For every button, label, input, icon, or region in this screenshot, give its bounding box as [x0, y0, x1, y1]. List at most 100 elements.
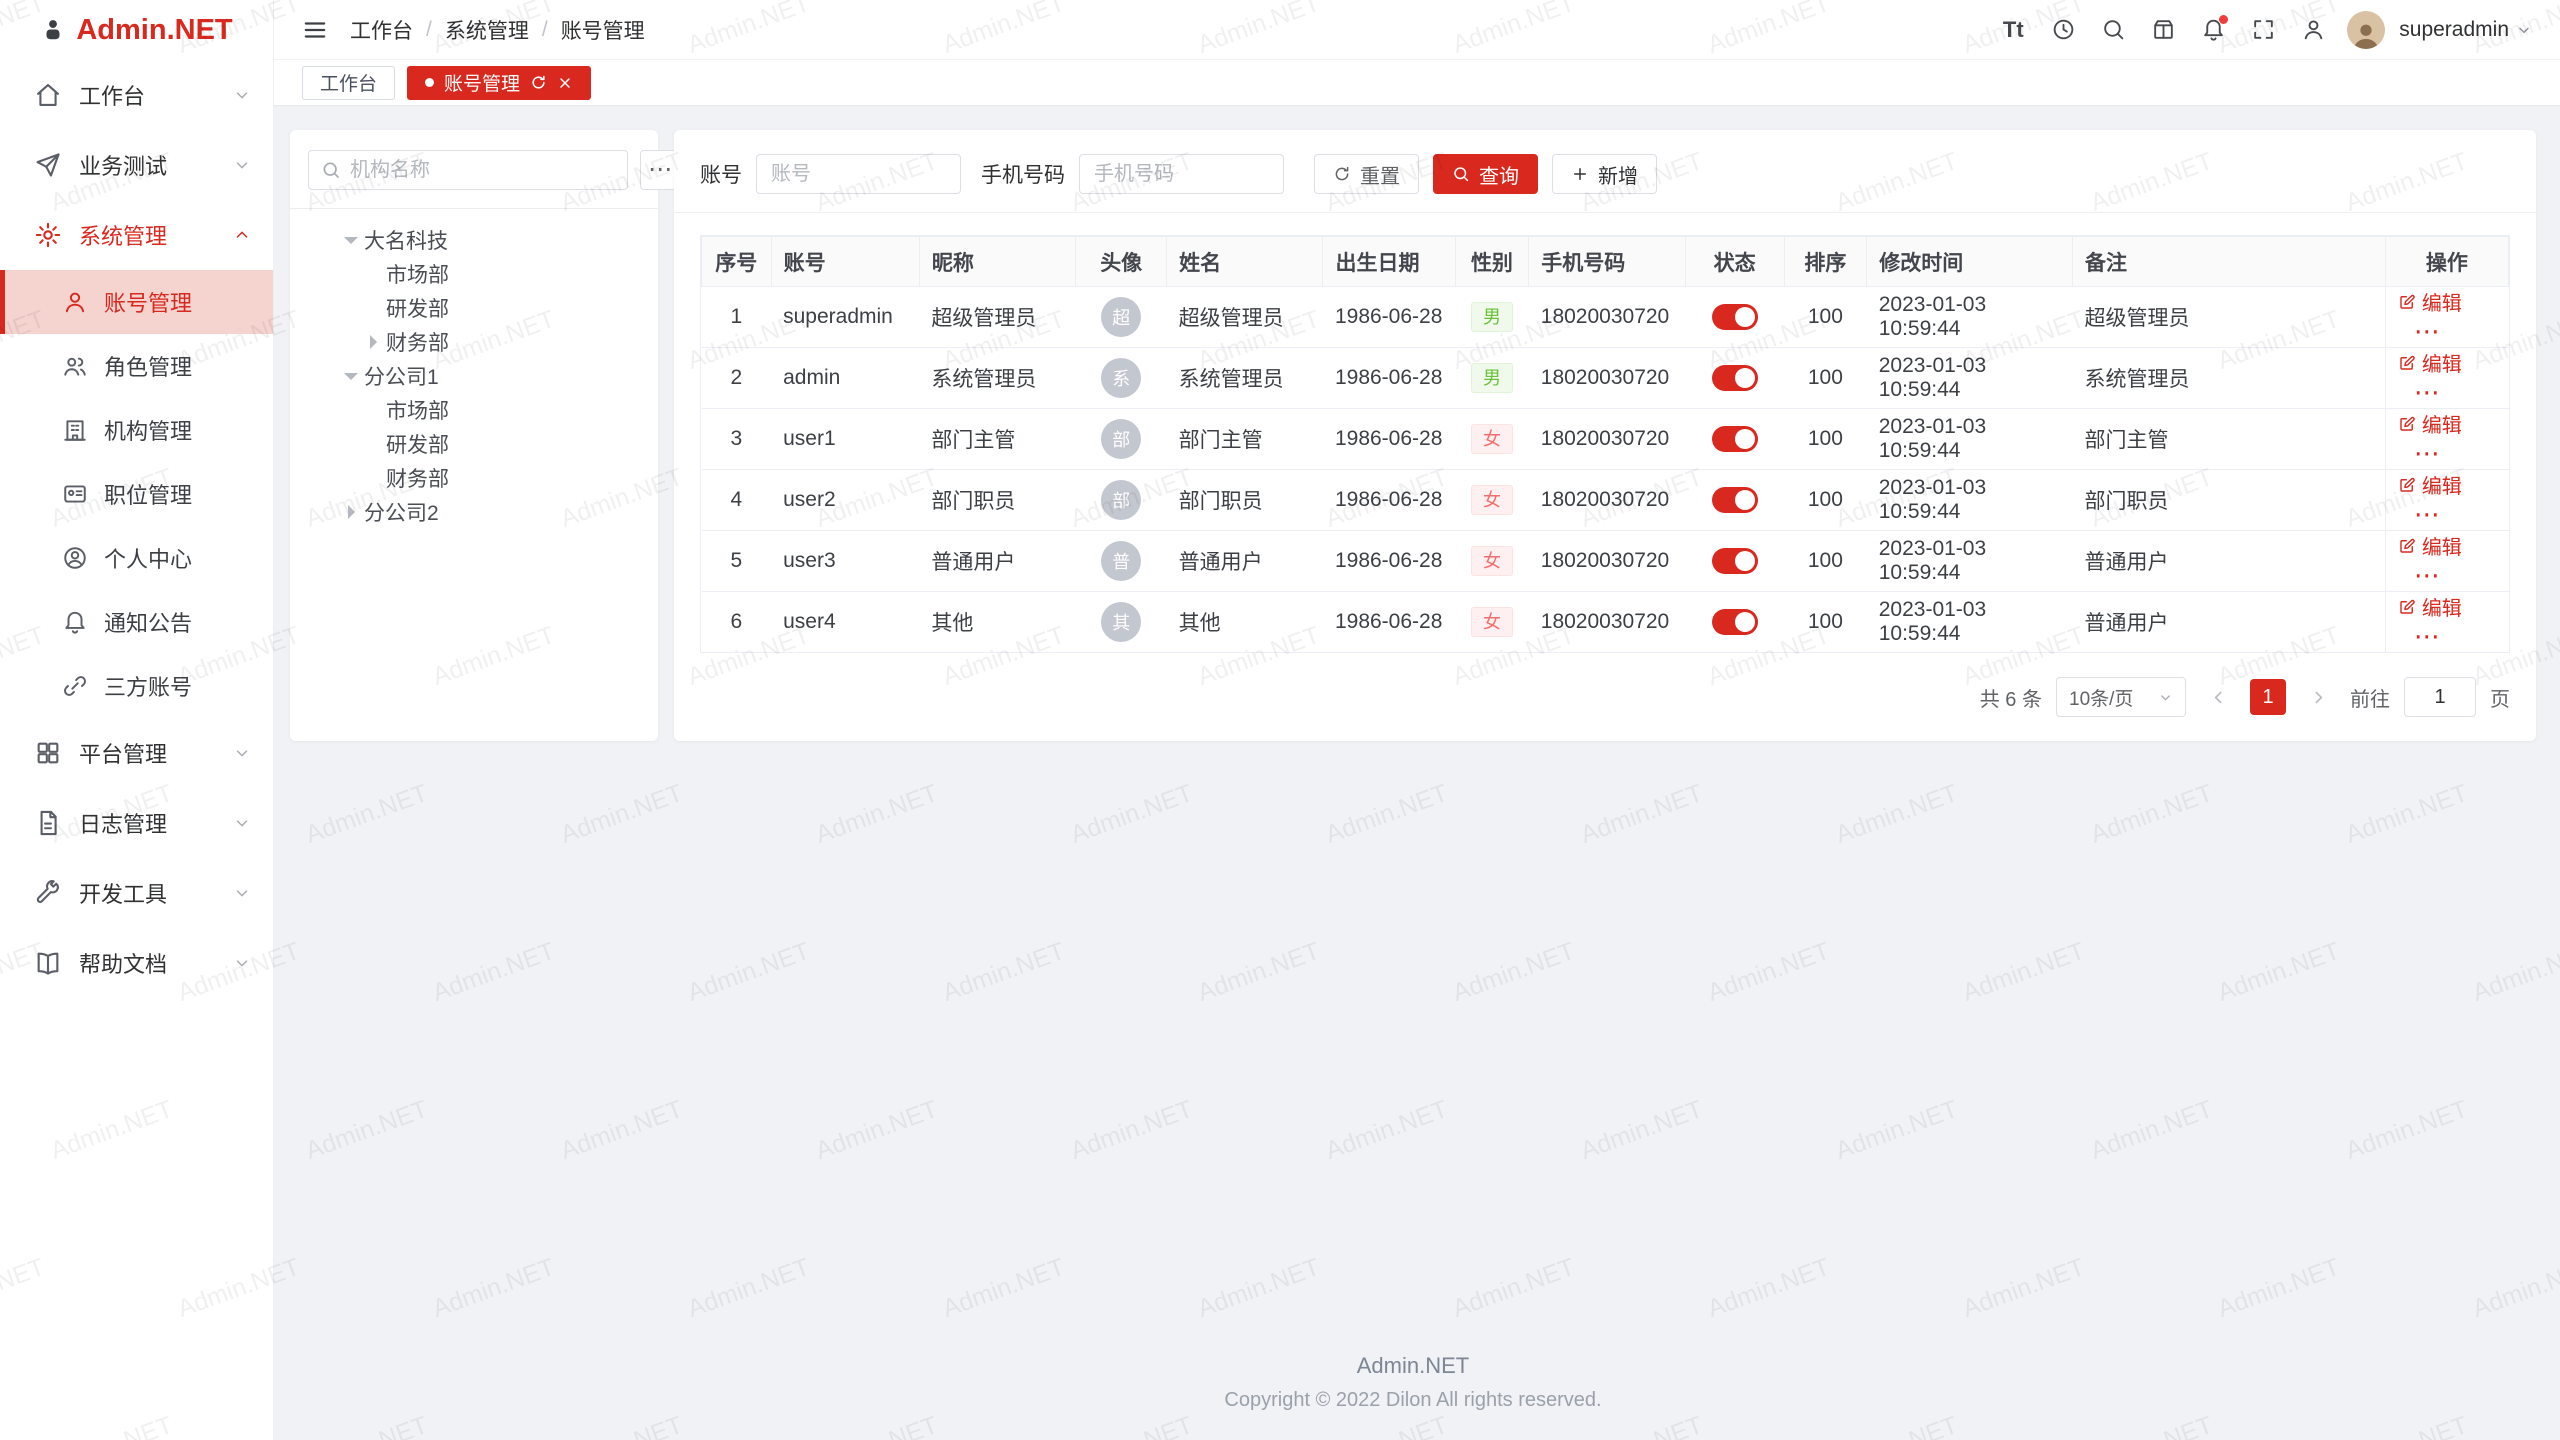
sidebar-item-position-mgmt[interactable]: 职位管理 — [0, 462, 273, 526]
sidebar-item-org-mgmt[interactable]: 机构管理 — [0, 398, 273, 462]
org-search-input[interactable] — [350, 159, 615, 182]
table-header: 序号 账号 昵称 头像 姓名 出生日期 性别 手机号码 状态 排序 修改时间 — [702, 237, 2509, 287]
sidebar-item-label: 机构管理 — [104, 414, 192, 446]
tree-caret-icon[interactable] — [360, 397, 386, 423]
user-icon[interactable] — [2291, 8, 2335, 52]
sidebar-item-sysmgmt[interactable]: 系统管理 — [0, 200, 273, 270]
tab-workbench[interactable]: 工作台 — [302, 66, 395, 100]
sidebar-item-logs[interactable]: 日志管理 — [0, 788, 273, 858]
tree-caret-icon[interactable] — [338, 499, 364, 525]
page-footer: Admin.NET Copyright © 2022 Dilon All rig… — [290, 1329, 2536, 1440]
cell-birthdate: 1986-06-28 — [1323, 348, 1455, 409]
status-toggle[interactable] — [1712, 365, 1758, 391]
sidebar-item-notice[interactable]: 通知公告 — [0, 590, 273, 654]
sidebar-item-help[interactable]: 帮助文档 — [0, 928, 273, 998]
edit-button[interactable]: 编辑 — [2398, 531, 2462, 560]
tree-node[interactable]: 分公司2 — [308, 495, 640, 529]
tree-node[interactable]: 大名科技 — [308, 223, 640, 257]
tree-caret-icon[interactable] — [360, 431, 386, 457]
sidebar-item-personal-center[interactable]: 个人中心 — [0, 526, 273, 590]
account-input[interactable] — [756, 154, 961, 194]
cell-avatar: 部 — [1076, 470, 1167, 531]
status-toggle[interactable] — [1712, 548, 1758, 574]
tree-caret-icon[interactable] — [360, 329, 386, 355]
cell-avatar: 普 — [1076, 531, 1167, 592]
avatar: 超 — [1101, 297, 1141, 337]
tab-account-mgmt[interactable]: 账号管理 — [407, 66, 591, 100]
fullscreen-icon[interactable] — [2241, 8, 2285, 52]
edit-button[interactable]: 编辑 — [2398, 409, 2462, 438]
page-size-select[interactable]: 10条/页 — [2056, 677, 2186, 717]
next-page-button[interactable] — [2300, 679, 2336, 715]
tree-caret-icon[interactable] — [360, 295, 386, 321]
sidebar-item-third-account[interactable]: 三方账号 — [0, 654, 273, 718]
history-icon[interactable] — [2041, 8, 2085, 52]
font-size-icon[interactable]: Tt — [1991, 8, 2035, 52]
refresh-icon[interactable] — [530, 74, 547, 91]
breadcrumb-item[interactable]: 系统管理 — [445, 15, 529, 45]
avatar[interactable] — [2347, 11, 2385, 49]
sidebar-item-account-mgmt[interactable]: 账号管理 — [0, 270, 273, 334]
tree-node[interactable]: 市场部 — [308, 393, 640, 427]
phone-input[interactable] — [1079, 154, 1284, 194]
user-menu[interactable]: superadmin — [2399, 18, 2532, 42]
tree-caret-icon[interactable] — [360, 261, 386, 287]
logo[interactable]: Admin.NET — [0, 0, 273, 60]
edit-button[interactable]: 编辑 — [2398, 348, 2462, 377]
cell-gender: 女 — [1455, 470, 1529, 531]
tree-node[interactable]: 研发部 — [308, 291, 640, 325]
breadcrumb-item[interactable]: 账号管理 — [561, 15, 645, 45]
sidebar-item-role-mgmt[interactable]: 角色管理 — [0, 334, 273, 398]
goto-page-input[interactable] — [2404, 677, 2476, 717]
close-icon[interactable] — [557, 75, 573, 91]
status-toggle[interactable] — [1712, 609, 1758, 635]
link-icon — [62, 673, 88, 699]
breadcrumb-item[interactable]: 工作台 — [350, 15, 413, 45]
status-toggle[interactable] — [1712, 304, 1758, 330]
tree-node[interactable]: 研发部 — [308, 427, 640, 461]
row-more-button[interactable]: ⋯ — [2414, 316, 2440, 346]
cell-operations: 编辑 ⋯ — [2385, 348, 2508, 409]
tree-caret-icon[interactable] — [360, 465, 386, 491]
sidebar-item-devtools[interactable]: 开发工具 — [0, 858, 273, 928]
page-number-current[interactable]: 1 — [2250, 679, 2286, 715]
row-more-button[interactable]: ⋯ — [2414, 621, 2440, 651]
cell-birthdate: 1986-06-28 — [1323, 592, 1455, 653]
cell-remark: 超级管理员 — [2073, 287, 2386, 348]
edit-button[interactable]: 编辑 — [2398, 592, 2462, 621]
hamburger-icon[interactable] — [302, 17, 328, 43]
status-toggle[interactable] — [1712, 487, 1758, 513]
tree-node[interactable]: 市场部 — [308, 257, 640, 291]
row-more-button[interactable]: ⋯ — [2414, 377, 2440, 407]
tree-node[interactable]: 分公司1 — [308, 359, 640, 393]
sidebar-item-workbench[interactable]: 工作台 — [0, 60, 273, 130]
tree-node[interactable]: 财务部 — [308, 325, 640, 359]
gift-icon[interactable] — [2141, 8, 2185, 52]
tree-caret-icon[interactable] — [338, 227, 364, 253]
bell-icon[interactable] — [2191, 8, 2235, 52]
search-button[interactable]: 查询 — [1433, 154, 1538, 194]
avatar: 普 — [1101, 541, 1141, 581]
tree-node[interactable]: 财务部 — [308, 461, 640, 495]
avatar: 部 — [1101, 419, 1141, 459]
edit-button[interactable]: 编辑 — [2398, 287, 2462, 316]
row-more-button[interactable]: ⋯ — [2414, 499, 2440, 529]
footer-title: Admin.NET — [290, 1353, 2536, 1379]
building-icon — [62, 417, 88, 443]
reset-button[interactable]: 重置 — [1314, 154, 1419, 194]
search-icon[interactable] — [2091, 8, 2135, 52]
sidebar-item-label: 账号管理 — [104, 286, 192, 318]
org-tree: 大名科技 市场部 研发部 — [308, 223, 640, 529]
cell-birthdate: 1986-06-28 — [1323, 531, 1455, 592]
cell-status — [1685, 592, 1784, 653]
tree-caret-icon[interactable] — [338, 363, 364, 389]
edit-button[interactable]: 编辑 — [2398, 470, 2462, 499]
row-more-button[interactable]: ⋯ — [2414, 560, 2440, 590]
row-more-button[interactable]: ⋯ — [2414, 438, 2440, 468]
sidebar-item-platform[interactable]: 平台管理 — [0, 718, 273, 788]
status-toggle[interactable] — [1712, 426, 1758, 452]
prev-page-button[interactable] — [2200, 679, 2236, 715]
sidebar-item-biztest[interactable]: 业务测试 — [0, 130, 273, 200]
col-header: 头像 — [1076, 237, 1167, 287]
add-button[interactable]: 新增 — [1552, 154, 1657, 194]
